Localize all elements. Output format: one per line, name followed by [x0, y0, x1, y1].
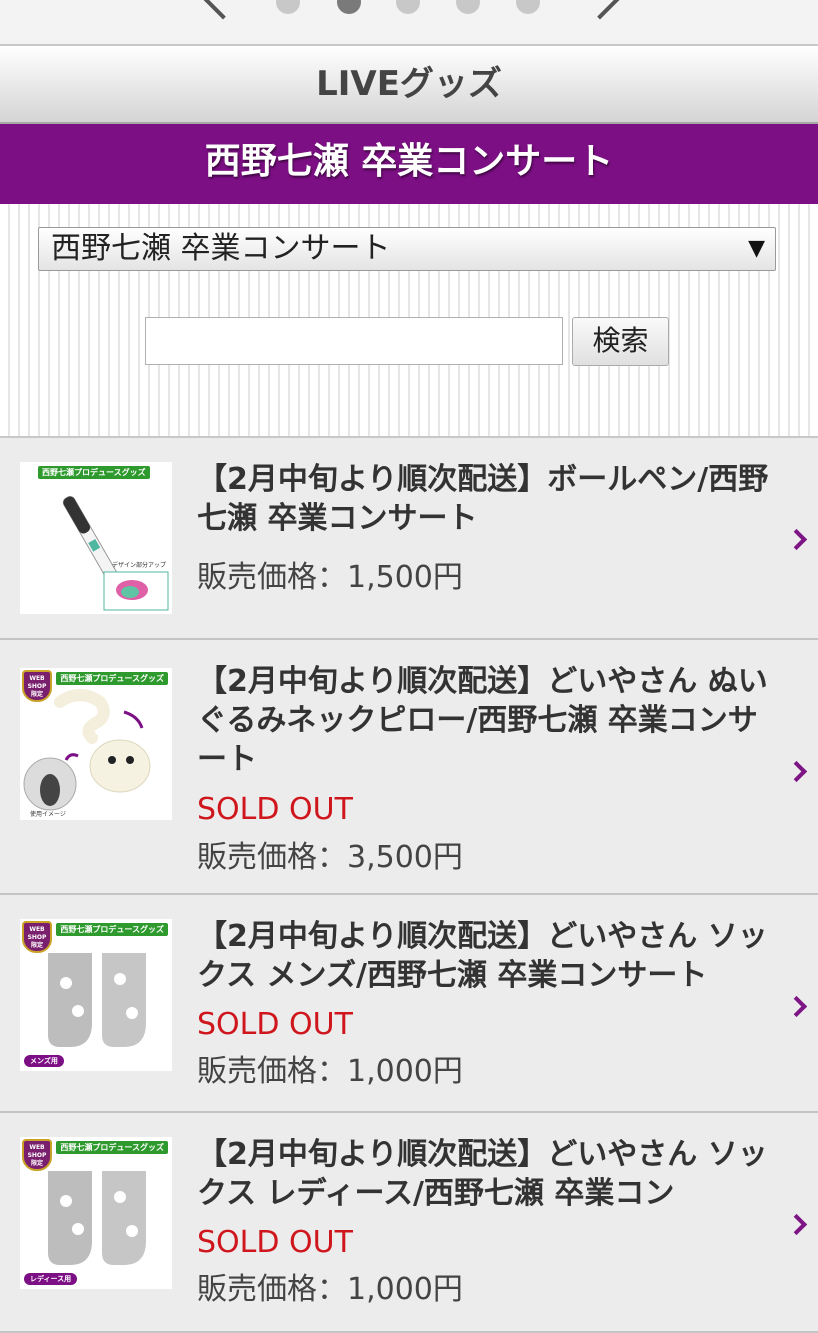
web-shop-badge: WEB SHOP 限定 [22, 670, 52, 702]
product-title[interactable]: 【2月中旬より順次配送】どいやさん ソックス レディース/西野七瀬 卒業コン [197, 1135, 777, 1213]
sold-out-label: SOLD OUT [197, 1007, 353, 1042]
product-title[interactable]: 【2月中旬より順次配送】どいやさん ソックス メンズ/西野七瀬 卒業コンサート [197, 917, 777, 995]
web-shop-badge: WEB SHOP 限定 [22, 1139, 52, 1171]
product-thumbnail-socks-ladies: WEB SHOP 限定 西野七瀬プロデュースグッズ レディース用 [20, 1137, 172, 1289]
product-price: 販売価格：1,500円 [197, 560, 463, 595]
product-thumbnail-socks-mens: WEB SHOP 限定 西野七瀬プロデュースグッズ メンズ用 [20, 919, 172, 1071]
carousel-dot[interactable] [456, 0, 480, 14]
concert-title: 西野七瀬 卒業コンサート [0, 124, 818, 204]
chevron-right-icon[interactable] [785, 1213, 808, 1236]
product-list: 西野七瀬プロデュースグッズ デザイン部分アップ 【2月中旬より順次配送】ボールペ… [0, 438, 818, 1333]
product-title[interactable]: 【2月中旬より順次配送】どいやさん ぬいぐるみネックピロー/西野七瀬 卒業コンサ… [197, 662, 777, 779]
thumb-note: 使用イメージ [30, 811, 66, 818]
chevron-right-icon[interactable] [785, 760, 808, 783]
pen-image-icon [62, 496, 169, 611]
carousel-dot[interactable] [516, 0, 540, 14]
product-item[interactable]: 西野七瀬プロデュースグッズ デザイン部分アップ 【2月中旬より順次配送】ボールペ… [0, 438, 818, 640]
carousel-dot[interactable] [276, 0, 300, 14]
product-item[interactable]: WEB SHOP 限定 西野七瀬プロデュースグッズ 使用イメージ 【2月中旬より… [0, 640, 818, 895]
thumb-tag: 西野七瀬プロデュースグッズ [56, 923, 168, 936]
thumb-tag: 西野七瀬プロデュースグッズ [56, 1141, 168, 1154]
section-title: LIVEグッズ [0, 46, 818, 124]
thumb-tag: 西野七瀬プロデュースグッズ [56, 672, 168, 685]
web-shop-badge: WEB SHOP 限定 [22, 921, 52, 953]
product-price: 販売価格：3,500円 [197, 840, 463, 875]
carousel-nav [0, 0, 818, 46]
chevron-right-icon[interactable] [785, 995, 808, 1018]
sold-out-label: SOLD OUT [197, 792, 353, 827]
thumb-bottom-tag: レディース用 [24, 1273, 78, 1285]
product-item[interactable]: WEB SHOP 限定 西野七瀬プロデュースグッズ レディース用 【2月中旬より… [0, 1113, 818, 1333]
carousel-dot-active[interactable] [337, 0, 361, 14]
thumb-tag: 西野七瀬プロデュースグッズ [38, 466, 150, 479]
carousel-prev-icon[interactable] [197, 0, 249, 20]
sold-out-label: SOLD OUT [197, 1225, 353, 1260]
carousel-dot[interactable] [396, 0, 420, 14]
dropdown-arrow-icon: ▼ [748, 236, 765, 261]
product-thumbnail-pen: 西野七瀬プロデュースグッズ デザイン部分アップ [20, 462, 172, 614]
carousel-next-icon[interactable] [574, 0, 626, 20]
product-item[interactable]: WEB SHOP 限定 西野七瀬プロデュースグッズ メンズ用 【2月中旬より順次… [0, 895, 818, 1113]
product-title[interactable]: 【2月中旬より順次配送】ボールペン/西野七瀬 卒業コンサート [197, 460, 777, 538]
search-input[interactable] [145, 317, 563, 365]
product-price: 販売価格：1,000円 [197, 1272, 463, 1307]
thumb-note: デザイン部分アップ [112, 562, 167, 569]
product-price: 販売価格：1,000円 [197, 1054, 463, 1089]
chevron-right-icon[interactable] [785, 528, 808, 551]
filter-area: 西野七瀬 卒業コンサート ▼ 検索 [0, 204, 818, 438]
concert-select[interactable]: 西野七瀬 卒業コンサート ▼ [38, 227, 776, 271]
thumb-bottom-tag: メンズ用 [24, 1055, 64, 1067]
product-thumbnail-pillow: WEB SHOP 限定 西野七瀬プロデュースグッズ 使用イメージ [20, 668, 172, 820]
search-button[interactable]: 検索 [572, 317, 669, 366]
concert-select-value: 西野七瀬 卒業コンサート [51, 231, 391, 266]
